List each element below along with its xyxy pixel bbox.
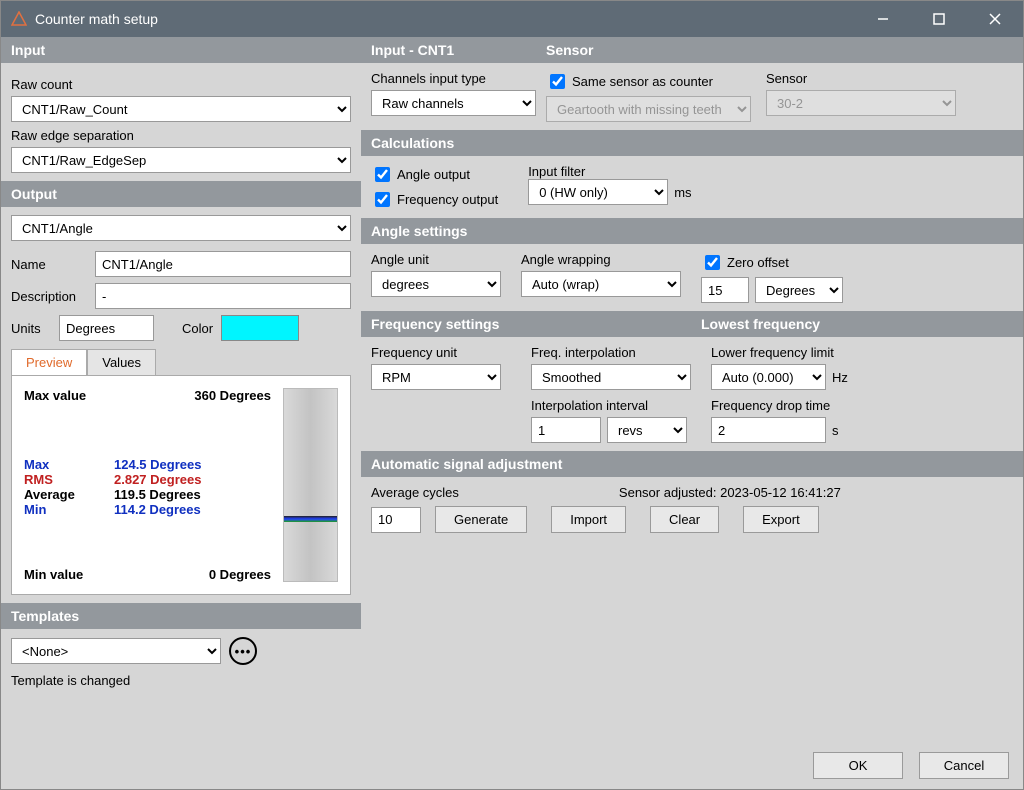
templates-header: Templates	[1, 603, 361, 629]
clear-button[interactable]: Clear	[650, 506, 719, 533]
ok-button[interactable]: OK	[813, 752, 903, 779]
description-label: Description	[11, 289, 87, 304]
interp-interval-unit-select[interactable]: revs	[607, 417, 687, 443]
sensor-type-select: Geartooth with missing teeth	[546, 96, 751, 122]
raw-count-label: Raw count	[11, 77, 351, 92]
tab-values[interactable]: Values	[87, 349, 156, 375]
window-title: Counter math setup	[35, 11, 158, 27]
export-button[interactable]: Export	[743, 506, 819, 533]
close-button[interactable]	[967, 1, 1023, 37]
sensor-teeth-label: Sensor	[766, 71, 1013, 86]
angle-wrap-select[interactable]: Auto (wrap)	[521, 271, 681, 297]
dialog-footer: OK Cancel	[1, 742, 1023, 789]
min-value: 0 Degrees	[209, 567, 271, 582]
preview-area: Max value 360 Degrees Max124.5 Degrees R…	[11, 375, 351, 595]
same-sensor-checkbox[interactable]: Same sensor as counter	[546, 71, 756, 92]
freq-drop-field[interactable]	[711, 417, 826, 443]
cancel-button[interactable]: Cancel	[919, 752, 1009, 779]
max-val: 124.5 Degrees	[114, 457, 201, 472]
rms-val: 2.827 Degrees	[114, 472, 201, 487]
template-more-button[interactable]: •••	[229, 637, 257, 665]
rms-label: RMS	[24, 472, 114, 487]
angle-settings-header: Angle settings	[361, 218, 1023, 244]
template-status: Template is changed	[11, 673, 351, 688]
units-label: Units	[11, 321, 51, 336]
units-field[interactable]	[59, 315, 154, 341]
avg-label: Average	[24, 487, 114, 502]
input-header: Input	[1, 37, 361, 63]
color-label: Color	[182, 321, 213, 336]
template-select[interactable]: <None>	[11, 638, 221, 664]
lower-limit-unit: Hz	[832, 370, 848, 385]
lower-limit-label: Lower frequency limit	[711, 345, 1013, 360]
channels-label: Channels input type	[371, 71, 536, 86]
color-swatch[interactable]	[221, 315, 299, 341]
freq-unit-label: Frequency unit	[371, 345, 521, 360]
freq-interp-select[interactable]: Smoothed	[531, 364, 691, 390]
description-field[interactable]	[95, 283, 351, 309]
app-icon	[11, 11, 27, 27]
raw-edge-select[interactable]: CNT1/Raw_EdgeSep	[11, 147, 351, 173]
zero-offset-field[interactable]	[701, 277, 749, 303]
output-header: Output	[1, 181, 361, 207]
tab-preview[interactable]: Preview	[11, 349, 87, 375]
max-value-label: Max value	[24, 388, 114, 403]
raw-edge-label: Raw edge separation	[11, 128, 351, 143]
titlebar: Counter math setup	[1, 1, 1023, 37]
sensor-header: Sensor	[536, 37, 1023, 63]
frequency-settings-header: Frequency settings	[361, 311, 691, 337]
sensor-adjusted-text: Sensor adjusted: 2023-05-12 16:41:27	[619, 485, 841, 500]
avg-cycles-field[interactable]	[371, 507, 421, 533]
minimize-button[interactable]	[855, 1, 911, 37]
avg-val: 119.5 Degrees	[114, 487, 201, 502]
lower-limit-select[interactable]: Auto (0.000)	[711, 364, 826, 390]
maximize-button[interactable]	[911, 1, 967, 37]
interp-interval-field[interactable]	[531, 417, 601, 443]
frequency-output-checkbox[interactable]: Frequency output	[371, 189, 498, 210]
input-filter-unit: ms	[674, 185, 691, 200]
auto-adjust-header: Automatic signal adjustment	[361, 451, 1023, 477]
generate-button[interactable]: Generate	[435, 506, 527, 533]
input-cnt-header: Input - CNT1	[361, 37, 536, 63]
sensor-teeth-select: 30-2	[766, 90, 956, 116]
raw-count-select[interactable]: CNT1/Raw_Count	[11, 96, 351, 122]
zero-offset-checkbox[interactable]: Zero offset	[701, 252, 1013, 273]
freq-drop-label: Frequency drop time	[711, 398, 1013, 413]
max-value: 360 Degrees	[194, 388, 271, 403]
min-label: Min	[24, 502, 114, 517]
angle-unit-select[interactable]: degrees	[371, 271, 501, 297]
angle-output-checkbox[interactable]: Angle output	[371, 164, 498, 185]
freq-unit-select[interactable]: RPM	[371, 364, 501, 390]
max-label: Max	[24, 457, 114, 472]
calculations-header: Calculations	[361, 130, 1023, 156]
angle-unit-label: Angle unit	[371, 252, 511, 267]
import-button[interactable]: Import	[551, 506, 626, 533]
min-value-label: Min value	[24, 567, 114, 582]
interp-interval-label: Interpolation interval	[531, 398, 701, 413]
name-label: Name	[11, 257, 87, 272]
input-filter-select[interactable]: 0 (HW only)	[528, 179, 668, 205]
min-val: 114.2 Degrees	[114, 502, 201, 517]
output-select[interactable]: CNT1/Angle	[11, 215, 351, 241]
freq-interp-label: Freq. interpolation	[531, 345, 701, 360]
angle-wrap-label: Angle wrapping	[521, 252, 691, 267]
channels-select[interactable]: Raw channels	[371, 90, 536, 116]
lowest-frequency-header: Lowest frequency	[691, 311, 1023, 337]
input-filter-label: Input filter	[528, 164, 585, 179]
preview-bar	[283, 388, 338, 582]
avg-cycles-label: Average cycles	[371, 485, 459, 500]
freq-drop-unit: s	[832, 423, 839, 438]
window: Counter math setup Input Raw count CNT1/…	[0, 0, 1024, 790]
name-field[interactable]	[95, 251, 351, 277]
zero-offset-unit-select[interactable]: Degrees	[755, 277, 843, 303]
